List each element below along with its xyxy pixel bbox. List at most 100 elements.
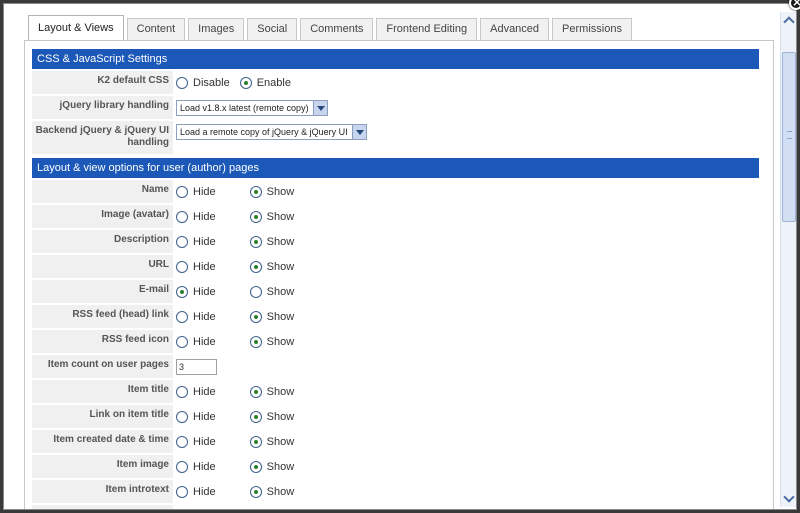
radio-dot [176,385,188,398]
backend-jquery-row: Backend jQuery & jQuery UI handling Load… [32,121,759,154]
row-label: Name [32,180,173,203]
show-radio[interactable]: Show [249,235,294,248]
tab-layout-views[interactable]: Layout & Views [28,15,124,40]
row-label: Backend jQuery & jQuery UI handling [32,121,173,154]
hide-radio[interactable]: Hide [176,285,216,298]
radio-dot [239,76,252,89]
radio-dot [249,410,262,423]
radio-dot [176,235,188,248]
tab-images[interactable]: Images [188,18,245,40]
radio-dot [176,335,188,348]
row-label: jQuery library handling [32,96,173,119]
row-label: Item category [32,505,173,509]
hide-radio[interactable]: Hide [176,385,216,398]
scrollbar-thumb[interactable] [782,52,796,222]
radio-dot [249,260,262,273]
row-label: Item created date & time [32,430,173,453]
radio-dot [176,76,188,89]
option-row: Link on item title Hide Show [32,405,759,428]
show-radio[interactable]: Show [249,185,294,198]
item-count-input[interactable]: 3 [176,358,217,375]
hide-radio[interactable]: Hide [176,410,216,423]
radio-dot [249,210,262,223]
hide-radio[interactable]: Hide [176,235,216,248]
radio-dot [249,310,262,323]
row-label: RSS feed (head) link [32,305,173,328]
radio-dot [249,185,262,198]
option-row: Item categoryHideShow [32,505,759,509]
user-options-list: Name Hide Show Image (avatar) Hide Show Descri… [32,180,759,353]
show-radio[interactable]: Show [249,285,294,298]
row-label: Item count on user pages [32,355,173,378]
radio-dot [176,410,188,423]
hide-radio[interactable]: Hide [176,260,216,273]
radio-dot [176,260,188,273]
tab-comments[interactable]: Comments [300,18,374,40]
row-label: URL [32,255,173,278]
row-label: E-mail [32,280,173,303]
row-label: Link on item title [32,405,173,428]
item-count-row: Item count on user pages 3 [32,355,759,378]
hide-radio[interactable]: Hide [176,335,216,348]
option-row: E-mail Hide Show [32,280,759,303]
show-radio[interactable]: Show [249,460,294,473]
show-radio[interactable]: Show [249,435,294,448]
backend-jquery-select[interactable]: Load a remote copy of jQuery & jQuery UI [176,124,367,140]
option-row: Item introtext Hide Show [32,480,759,503]
row-label: Item image [32,455,173,478]
chevron-down-icon [351,125,366,139]
row-label: Item introtext [32,480,173,503]
show-radio[interactable]: Show [249,210,294,223]
hide-radio[interactable]: Hide [176,310,216,323]
radio-dot [176,310,188,323]
radio-dot [176,485,188,498]
hide-radio[interactable]: Hide [176,485,216,498]
jquery-handling-row: jQuery library handling Load v1.8.x late… [32,96,759,119]
tab-bar: Layout & Views Content Images Social Com… [28,15,635,40]
show-radio[interactable]: Show [249,310,294,323]
k2-css-disable-radio[interactable]: Disable [176,76,230,89]
row-label: Item title [32,380,173,403]
section-header-css-js: CSS & JavaScript Settings [32,49,759,69]
hide-radio[interactable]: Hide [176,210,216,223]
radio-dot [249,385,262,398]
jquery-handling-select[interactable]: Load v1.8.x latest (remote copy) [176,99,328,116]
option-row: Image (avatar) Hide Show [32,205,759,228]
row-label: Description [32,230,173,253]
hide-radio[interactable]: Hide [176,460,216,473]
k2-css-enable-radio[interactable]: Enable [239,76,291,89]
option-row: Item title Hide Show [32,380,759,403]
option-row: URL Hide Show [32,255,759,278]
option-row: Name Hide Show [32,180,759,203]
hide-radio[interactable]: Hide [176,185,216,198]
show-radio[interactable]: Show [249,335,294,348]
radio-dot [176,460,188,473]
option-row: Item created date & time Hide Show [32,430,759,453]
show-radio[interactable]: Show [249,385,294,398]
radio-dot [176,435,188,448]
grip-icon [787,131,792,139]
radio-dot [249,285,262,298]
chevron-down-icon [312,100,327,115]
vertical-scrollbar[interactable] [780,12,796,507]
tab-panel: CSS & JavaScript Settings K2 default CSS… [24,40,774,509]
tab-content[interactable]: Content [126,18,186,40]
row-label: Image (avatar) [32,205,173,228]
tab-frontend-editing[interactable]: Frontend Editing [376,18,478,40]
show-radio[interactable]: Show [249,485,294,498]
item-options-list: Item title Hide Show Link on item title Hide… [32,380,759,509]
option-row: Item image Hide Show [32,455,759,478]
tab-social[interactable]: Social [247,18,298,40]
chevron-up-icon [783,16,795,28]
tab-advanced[interactable]: Advanced [480,18,550,40]
row-label: K2 default CSS [32,71,173,94]
show-radio[interactable]: Show [249,410,294,423]
tab-permissions[interactable]: Permissions [552,18,632,40]
k2-default-css-row: K2 default CSS Disable Enable [32,71,759,94]
chevron-down-icon [783,491,795,503]
radio-dot [249,485,262,498]
hide-radio[interactable]: Hide [176,435,216,448]
show-radio[interactable]: Show [249,260,294,273]
scroll-up-button[interactable] [781,12,796,28]
scroll-down-button[interactable] [781,491,796,507]
